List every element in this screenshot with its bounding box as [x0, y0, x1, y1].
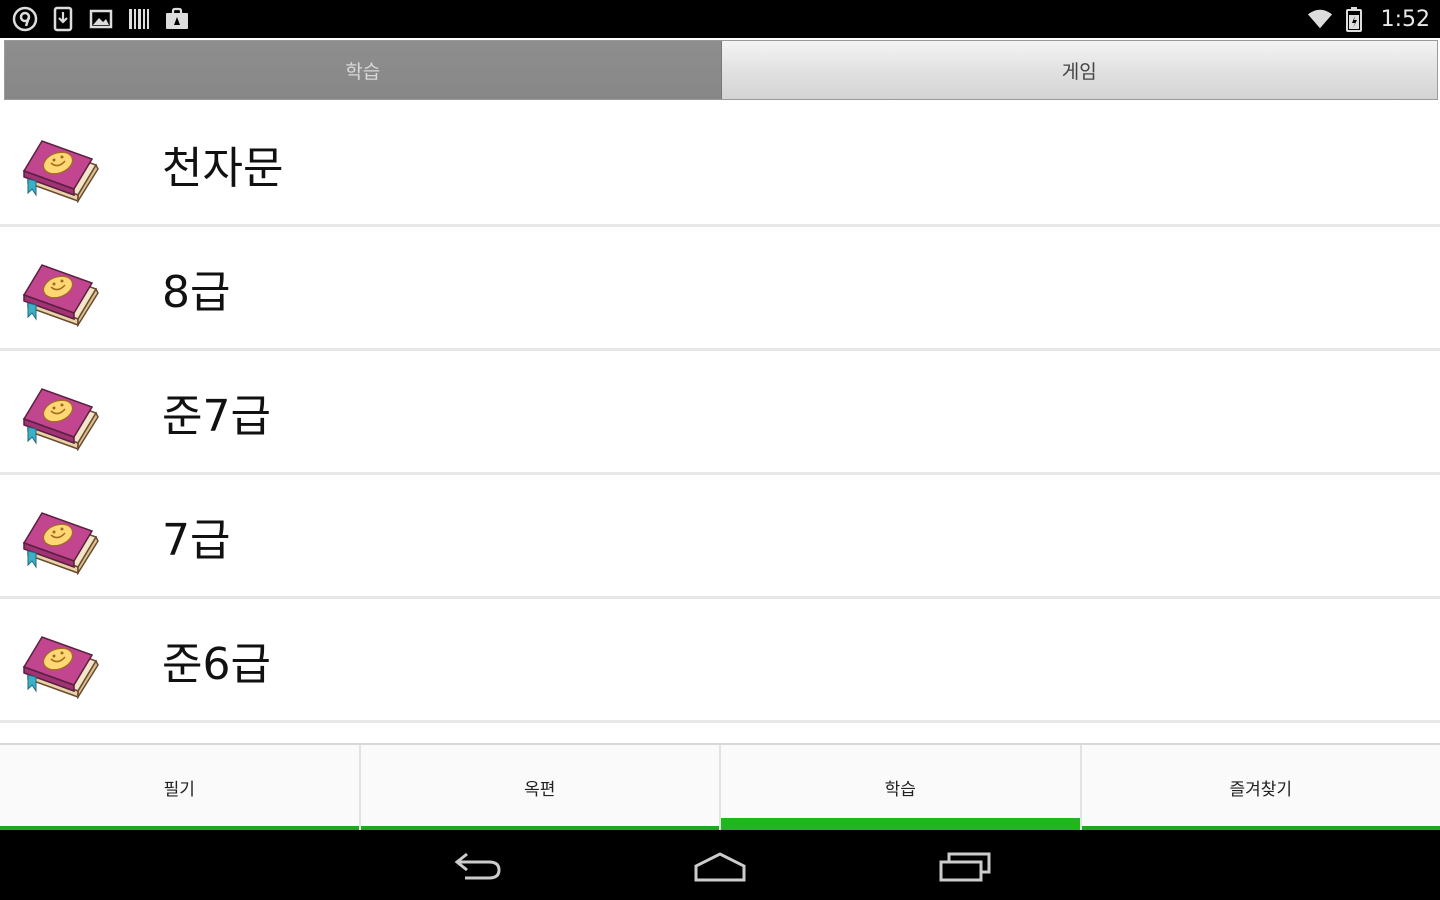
wifi-icon	[1307, 6, 1333, 32]
list-item-label: 준7급	[162, 390, 271, 442]
tab-favorites[interactable]: 즐겨찾기	[1081, 745, 1440, 830]
book-icon	[20, 627, 100, 700]
tab-study-bottom[interactable]: 학습	[721, 745, 1082, 830]
list-item[interactable]: 8급	[0, 227, 1440, 351]
list-item-label: 8급	[162, 266, 231, 318]
book-icon	[20, 131, 100, 204]
level-list: 천자문 8급 준7급 7급 준6급	[0, 103, 1440, 743]
book-icon	[20, 503, 100, 576]
list-item[interactable]: 준6급	[0, 599, 1440, 723]
shopping-bag-icon	[164, 6, 190, 32]
list-item-label: 7급	[162, 514, 231, 566]
tab-dictionary[interactable]: 옥편	[360, 745, 721, 830]
top-tab-bar: 학습 게임	[4, 40, 1438, 100]
home-icon[interactable]	[685, 844, 755, 888]
notification-9-icon	[12, 6, 38, 32]
back-icon[interactable]	[442, 844, 512, 888]
list-item[interactable]: 7급	[0, 475, 1440, 599]
status-bar-notifications	[12, 5, 190, 33]
barcode-icon	[126, 6, 152, 32]
recents-icon[interactable]	[930, 844, 1000, 888]
tab-writing[interactable]: 필기	[0, 745, 361, 830]
list-item-label: 천자문	[162, 142, 284, 194]
tab-game[interactable]: 게임	[721, 41, 1437, 99]
book-icon	[20, 379, 100, 452]
list-item[interactable]: 준7급	[0, 351, 1440, 475]
download-icon	[50, 6, 76, 32]
status-time: 1:52	[1380, 6, 1430, 32]
tab-study[interactable]: 학습	[5, 41, 722, 99]
bottom-tab-bar: 필기 옥편 학습 즐겨찾기	[0, 743, 1440, 830]
list-item[interactable]: 천자문	[0, 103, 1440, 227]
list-item-label: 준6급	[162, 638, 271, 690]
navigation-bar	[0, 830, 1440, 900]
book-icon	[20, 255, 100, 328]
image-icon	[88, 6, 114, 32]
battery-icon	[1341, 6, 1367, 32]
status-bar: 1:52	[0, 0, 1440, 38]
status-bar-system: 1:52	[1307, 4, 1430, 34]
